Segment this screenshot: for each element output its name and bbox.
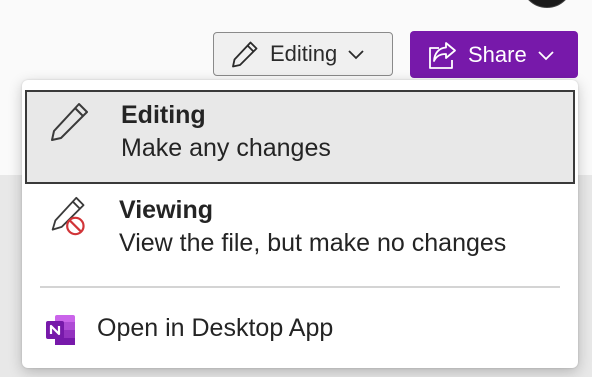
pencil-icon	[232, 41, 258, 68]
menu-item-open-desktop[interactable]: Open in Desktop App	[25, 302, 575, 354]
share-button[interactable]: Share	[410, 31, 578, 78]
share-button-label: Share	[468, 41, 527, 67]
open-desktop-label: Open in Desktop App	[97, 314, 334, 342]
chevron-down-icon	[348, 50, 364, 60]
menu-item-viewing[interactable]: Viewing View the file, but make no chang…	[25, 186, 575, 282]
menu-item-title: Viewing	[119, 196, 214, 224]
menu-item-editing[interactable]: Editing Make any changes	[25, 90, 575, 184]
share-icon	[429, 41, 456, 69]
pencil-icon	[51, 103, 88, 141]
avatar[interactable]	[521, 0, 573, 8]
onenote-icon	[46, 315, 75, 345]
editing-mode-button[interactable]: Editing	[213, 32, 393, 76]
menu-item-subtitle: View the file, but make no changes	[119, 229, 507, 257]
menu-item-title: Editing	[121, 101, 206, 129]
chevron-down-icon	[538, 50, 554, 60]
pencil-blocked-icon	[51, 196, 85, 236]
editing-button-label: Editing	[270, 41, 338, 66]
menu-item-subtitle: Make any changes	[121, 134, 331, 162]
menu-divider	[40, 286, 560, 288]
editing-mode-menu: Editing Make any changes Viewing View th…	[22, 80, 578, 368]
